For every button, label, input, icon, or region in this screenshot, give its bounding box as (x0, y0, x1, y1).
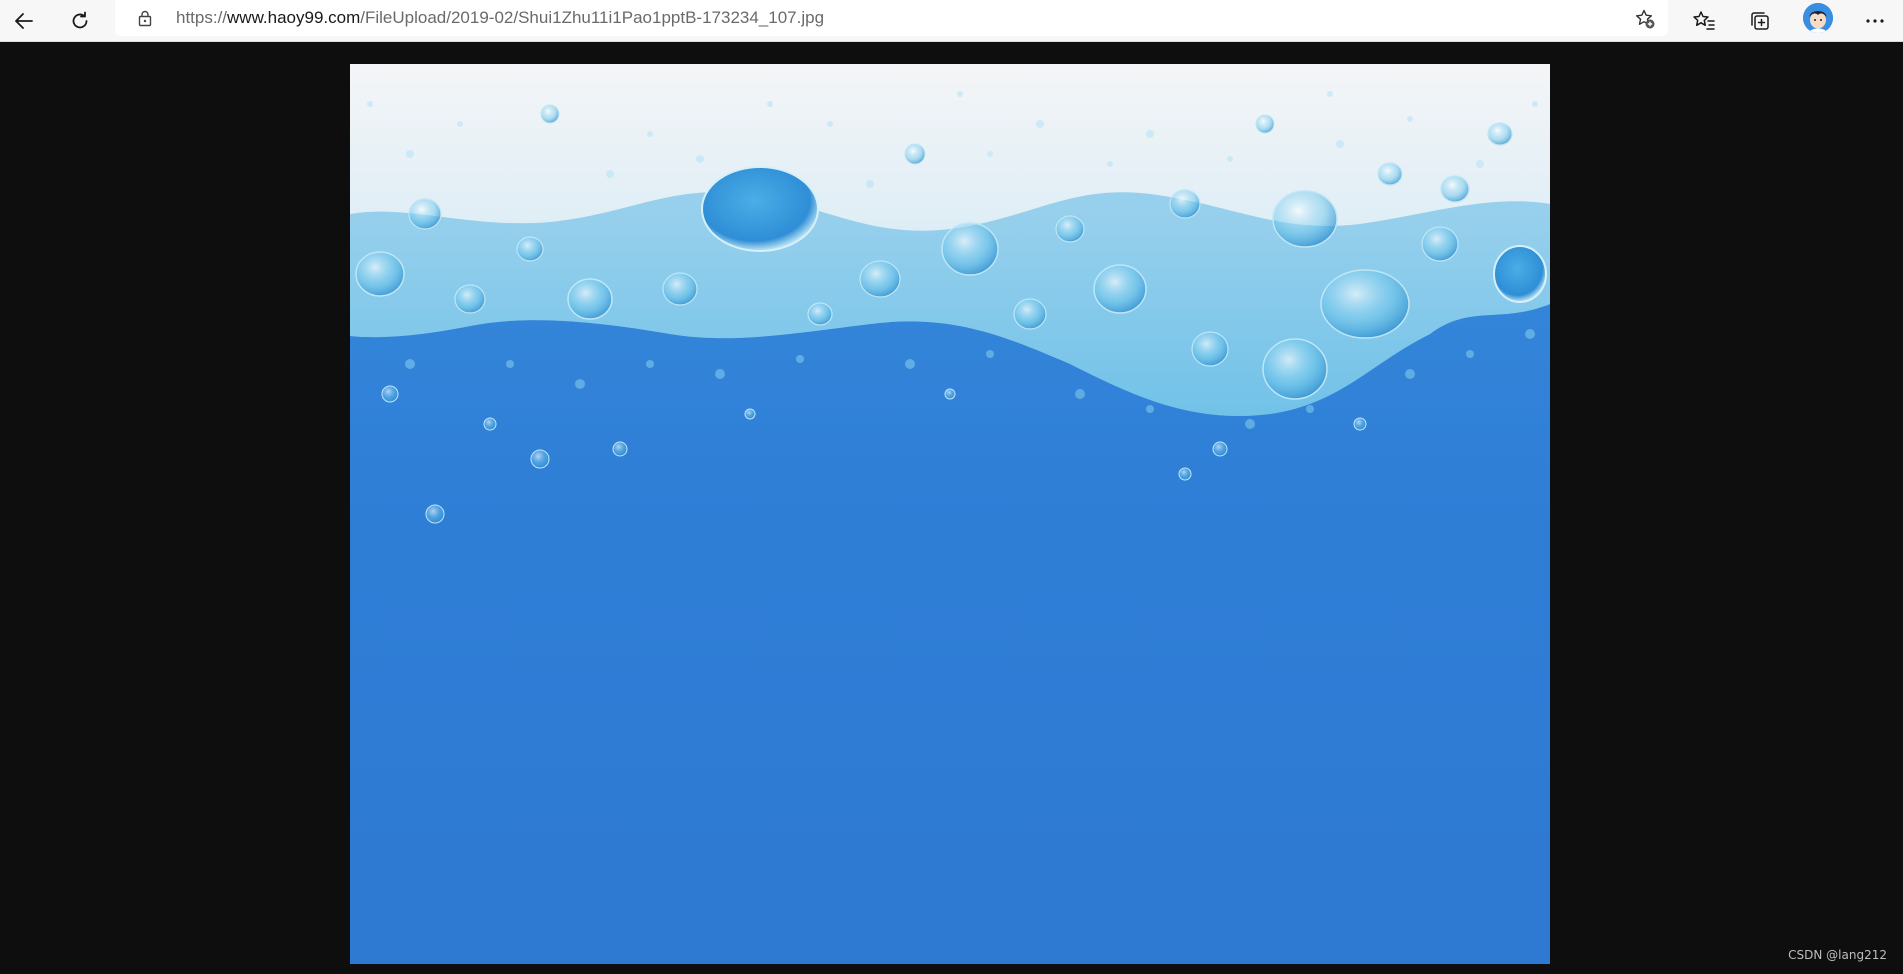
url-scheme: https:// (176, 8, 228, 27)
refresh-icon (72, 11, 88, 29)
back-button[interactable] (6, 3, 42, 39)
image-viewer: CSDN @lang212 (0, 42, 1903, 974)
profile-avatar[interactable] (1803, 3, 1833, 33)
collections-button[interactable] (1742, 3, 1778, 39)
watermark-text: CSDN @lang212 (1788, 948, 1887, 962)
favorites-icon (1693, 11, 1715, 30)
favorites-button[interactable] (1686, 3, 1722, 39)
water-bubbles-photo[interactable] (350, 64, 1550, 964)
add-favorite-icon[interactable] (1634, 8, 1656, 30)
back-arrow-icon (15, 13, 33, 29)
avatar-face-icon (1803, 3, 1833, 33)
more-options-button[interactable] (1857, 3, 1893, 39)
url-path: /FileUpload/2019-02/Shui1Zhu11i1Pao1pptB… (360, 8, 825, 27)
refresh-button[interactable] (62, 3, 98, 39)
water-bubbles-image (350, 64, 1550, 964)
lock-icon[interactable] (136, 9, 154, 27)
url-host: www.haoy99.com (227, 8, 361, 27)
browser-toolbar: https://www.haoy99.com/FileUpload/2019-0… (0, 0, 1903, 42)
url-text[interactable]: https://www.haoy99.com/FileUpload/2019-0… (176, 8, 824, 28)
address-bar[interactable]: https://www.haoy99.com/FileUpload/2019-0… (115, 0, 1668, 36)
more-options-icon (1866, 19, 1884, 23)
collections-icon (1751, 12, 1769, 30)
